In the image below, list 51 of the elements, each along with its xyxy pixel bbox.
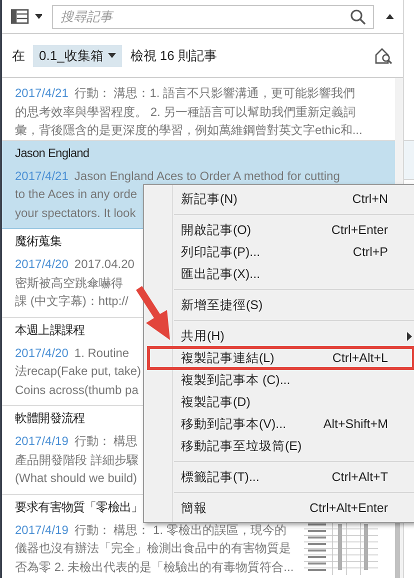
note-date: 2017/4/19 [15,433,68,450]
menu-label: 標籤記事(T)... [181,468,260,486]
note-snippet: 的思考效率與學習程度。 2. 另一種語言可以幫助我們重新定義詞 [15,104,356,120]
menu-label: 共用(H) [181,328,224,345]
note-snippet: 儀器也沒有辦法「完全」檢測出食品中的有害物質是 [15,540,291,557]
note-snippet: 行動： 溝思：1. 語言不只影響溝通，更可能影響我們 [74,85,356,102]
menu-label: 新增至捷徑(S) [181,296,263,314]
menu-label: 開啟記事(O) [181,222,252,239]
note-snippet: 課 (中文字幕)：http:// [15,293,128,310]
shortcut-text: Ctrl+N [352,190,388,208]
note-snippet: your spectators. It look [15,204,136,222]
note-snippet: 密斯被高空跳傘嚇得 [15,274,123,292]
note-date: 2017/4/20 [15,256,68,273]
note-title: 要求有害物質「零檢出」 [15,498,143,516]
menu-label: 複製記事(D) [181,394,250,411]
menu-label: 列印記事(P)... [181,244,260,261]
note-date: 2017/4/19 [15,522,68,538]
menu-label: 複製記事連結(L) [181,350,274,367]
note-snippet: Coins across(thumb pa [15,382,138,398]
note-date: 2017/4/21 [15,168,68,184]
note-title: 魔術蒐集 [15,233,62,250]
note-title: 本週上課課程 [15,322,85,338]
note-date: 2017/4/21 [15,85,68,102]
menu-label: 移動到記事本(V)... [181,416,286,433]
note-date: 2017/4/20 [15,344,68,362]
note-snippet: 彙，背後隱含的是更深度的學習，例如萬維鋼曾對英文字ethic和... [15,122,362,139]
note-snippet: 行動： 構思 [74,433,138,450]
note-snippet: 產品開發階段 詳細步驟 [15,452,138,468]
note-snippet: (What should we build) [15,470,138,487]
note-title: 軟體開發流程 [15,410,85,427]
shortcut-text: Alt+Shift+M [323,416,388,433]
menu-label: 移動記事至垃圾筒(E) [181,438,302,455]
menu-label: 複製到記事本 (C)... [181,372,290,389]
shortcut-text: Ctrl+Enter [331,222,388,239]
menu-label: 新記事(N) [181,190,238,208]
note-snippet: 法recap(Fake put, take) [15,363,142,380]
filter-prefix: 在 [12,46,25,65]
menu-label: 簡報 [181,500,207,517]
shortcut-text: Ctrl+Alt+L [332,350,388,367]
shortcut-text: Ctrl+Alt+T [332,468,388,486]
shortcut-text: Ctrl+P [352,244,388,261]
note-snippet: Jason England Aces to Order A method for cutting [74,168,340,184]
note-snippet: 2017.04.20 [74,256,134,273]
note-snippet: 1. Routine [74,344,130,362]
note-snippet: to the Aces in any orde [15,186,138,203]
note-snippet: 行動： 構思： 1. 零檢出的誤區，現今的 [74,522,286,538]
note-snippet: 否為零 2. 未檢出代表的是「檢驗出的有毒物質符合... [15,558,294,576]
shortcut-text: Ctrl+Alt+Enter [309,500,388,517]
note-title: Jason England [15,144,90,162]
note-count: 檢視 16 則記事 [130,46,217,65]
menu-label: 匯出記事(X)... [181,266,260,283]
